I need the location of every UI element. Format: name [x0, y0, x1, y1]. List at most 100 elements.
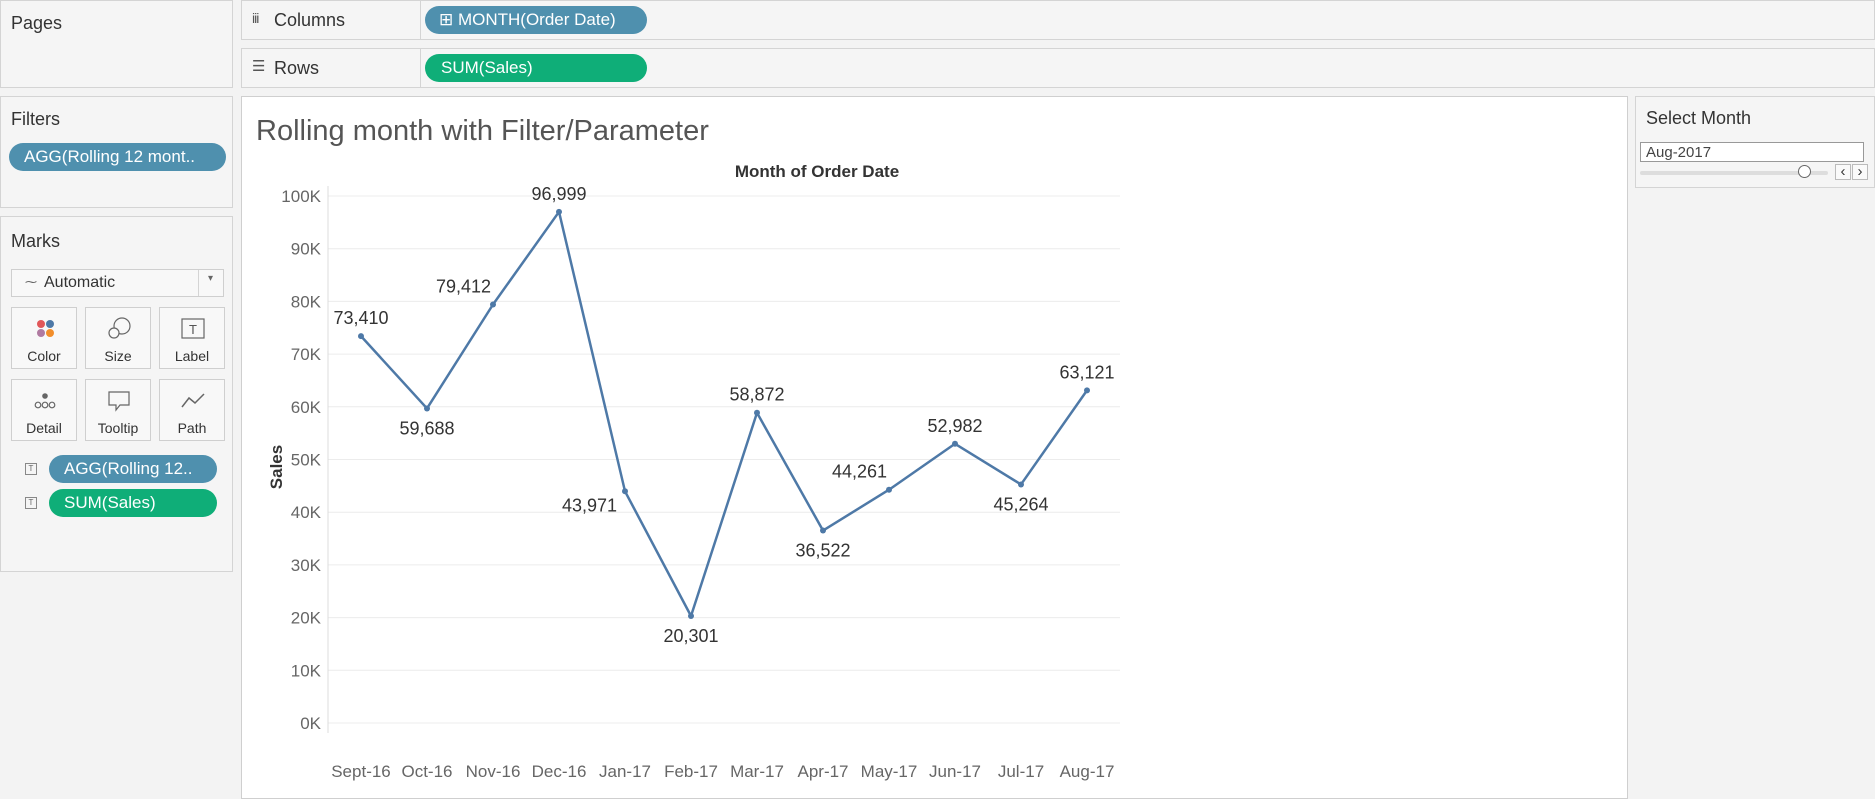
- marks-pill-rolling-12[interactable]: AGG(Rolling 12..: [49, 455, 217, 483]
- data-labels: 73,410 59,688 79,412 96,999 43,971 20,301 58,8…: [333, 184, 1114, 646]
- y-axis-label: Sales: [267, 445, 286, 489]
- marks-pill-sum-sales[interactable]: SUM(Sales): [49, 489, 217, 517]
- columns-shelf[interactable]: iii Columns ⊞ MONTH(Order Date): [241, 0, 1875, 40]
- select-month-parameter: Select Month Aug-2017 ‹ ›: [1635, 96, 1875, 188]
- mark-type-value: Automatic: [44, 274, 116, 291]
- parameter-title: Select Month: [1646, 108, 1752, 128]
- pages-panel: Pages: [0, 0, 233, 88]
- data-label: 45,264: [993, 494, 1048, 514]
- data-point: [556, 208, 562, 215]
- data-point: [1018, 481, 1024, 488]
- x-tick-label: Sept-16: [331, 762, 391, 781]
- shelf-divider: [420, 1, 421, 39]
- filters-panel: Filters AGG(Rolling 12 mont..: [0, 96, 233, 208]
- x-tick-label: Jan-17: [599, 762, 651, 781]
- size-icon: [86, 317, 150, 341]
- y-tick-label: 90K: [291, 240, 322, 259]
- label-field-icon: T: [25, 497, 37, 509]
- color-card-label: Color: [27, 348, 61, 364]
- data-point: [688, 613, 694, 620]
- line-mark-icon: ⁓: [25, 275, 37, 289]
- y-tick-label: 10K: [291, 661, 322, 680]
- label-card[interactable]: T Label: [159, 307, 225, 369]
- pages-title: Pages: [11, 13, 63, 33]
- series-line: [360, 210, 1089, 618]
- path-card-label: Path: [177, 420, 207, 436]
- rows-icon: ☰: [252, 58, 266, 75]
- parameter-slider-handle[interactable]: [1798, 165, 1811, 178]
- x-tick-label: Jun-17: [929, 762, 981, 781]
- label-icon: T: [160, 317, 224, 341]
- data-point: [358, 333, 364, 340]
- rows-shelf[interactable]: ☰ Rows SUM(Sales): [241, 48, 1875, 88]
- x-tick-label: Mar-17: [730, 762, 784, 781]
- mark-type-dropdown[interactable]: ⁓ Automatic ▾: [11, 269, 224, 297]
- columns-label: Columns: [274, 10, 346, 30]
- data-point: [490, 301, 496, 308]
- detail-card-label: Detail: [26, 420, 62, 436]
- svg-text:T: T: [189, 322, 197, 337]
- data-point: [424, 405, 430, 412]
- line-chart[interactable]: Month of Order Date Sales 0K 10K 20K 30K 40K…: [242, 97, 1627, 798]
- y-tick-label: 30K: [291, 556, 322, 575]
- data-label: 96,999: [531, 184, 586, 204]
- data-label: 43,971: [562, 495, 617, 515]
- shelf-divider: [420, 49, 421, 87]
- marks-title: Marks: [11, 231, 60, 251]
- rows-pill-sum-sales[interactable]: SUM(Sales): [425, 54, 647, 82]
- data-label: 73,410: [333, 308, 388, 328]
- color-card[interactable]: Color: [11, 307, 77, 369]
- size-card[interactable]: Size: [85, 307, 151, 369]
- columns-pill-month-order-date[interactable]: ⊞ MONTH(Order Date): [425, 6, 647, 34]
- y-tick-label: 60K: [291, 398, 322, 417]
- data-label: 44,261: [832, 462, 887, 482]
- y-tick-label: 50K: [291, 451, 322, 470]
- filter-pill-rolling-12-months[interactable]: AGG(Rolling 12 mont..: [9, 143, 226, 171]
- tooltip-icon: [86, 389, 150, 413]
- data-label: 52,982: [927, 416, 982, 436]
- parameter-value-field[interactable]: Aug-2017: [1640, 142, 1864, 162]
- gridlines: [327, 186, 1120, 733]
- next-month-button[interactable]: ›: [1852, 164, 1868, 180]
- data-point: [1084, 387, 1090, 394]
- y-tick-label: 20K: [291, 609, 322, 628]
- y-axis-ticks: 0K 10K 20K 30K 40K 50K 60K 70K 80K 90K 100K: [281, 187, 321, 733]
- data-label: 20,301: [663, 626, 718, 646]
- detail-card[interactable]: Detail: [11, 379, 77, 441]
- x-tick-label: Apr-17: [797, 762, 848, 781]
- data-label: 58,872: [729, 385, 784, 405]
- data-point: [754, 409, 760, 416]
- data-label: 63,121: [1059, 362, 1114, 382]
- path-card[interactable]: Path: [159, 379, 225, 441]
- x-tick-label: Jul-17: [998, 762, 1044, 781]
- data-point: [820, 527, 826, 534]
- x-tick-label: Dec-16: [532, 762, 587, 781]
- path-icon: [160, 389, 224, 413]
- filters-title: Filters: [11, 109, 60, 129]
- data-label: 36,522: [795, 541, 850, 561]
- parameter-value: Aug-2017: [1646, 144, 1712, 161]
- data-point: [886, 486, 892, 493]
- y-tick-label: 0K: [300, 714, 321, 733]
- marks-panel: Marks ⁓ Automatic ▾ Color Size T Label D…: [0, 216, 233, 572]
- x-tick-label: May-17: [861, 762, 918, 781]
- y-tick-label: 40K: [291, 503, 322, 522]
- y-tick-label: 80K: [291, 292, 322, 311]
- sales-series: [358, 208, 1090, 620]
- x-axis-ticks: Sept-16 Oct-16 Nov-16 Dec-16 Jan-17 Feb-17 Mar…: [331, 762, 1114, 781]
- columns-icon: iii: [252, 10, 259, 26]
- data-label: 59,688: [399, 418, 454, 438]
- y-tick-label: 70K: [291, 345, 322, 364]
- label-field-icon: T: [25, 463, 37, 475]
- chevron-down-icon: ▾: [208, 273, 214, 284]
- color-icon: [12, 317, 76, 341]
- x-tick-label: Nov-16: [466, 762, 521, 781]
- previous-month-button[interactable]: ‹: [1835, 164, 1851, 180]
- x-tick-label: Oct-16: [401, 762, 452, 781]
- data-point: [952, 440, 958, 447]
- chart-header: Month of Order Date: [735, 162, 899, 181]
- detail-icon: [12, 389, 76, 413]
- tooltip-card[interactable]: Tooltip: [85, 379, 151, 441]
- tooltip-card-label: Tooltip: [97, 420, 139, 436]
- y-tick-label: 100K: [281, 187, 321, 206]
